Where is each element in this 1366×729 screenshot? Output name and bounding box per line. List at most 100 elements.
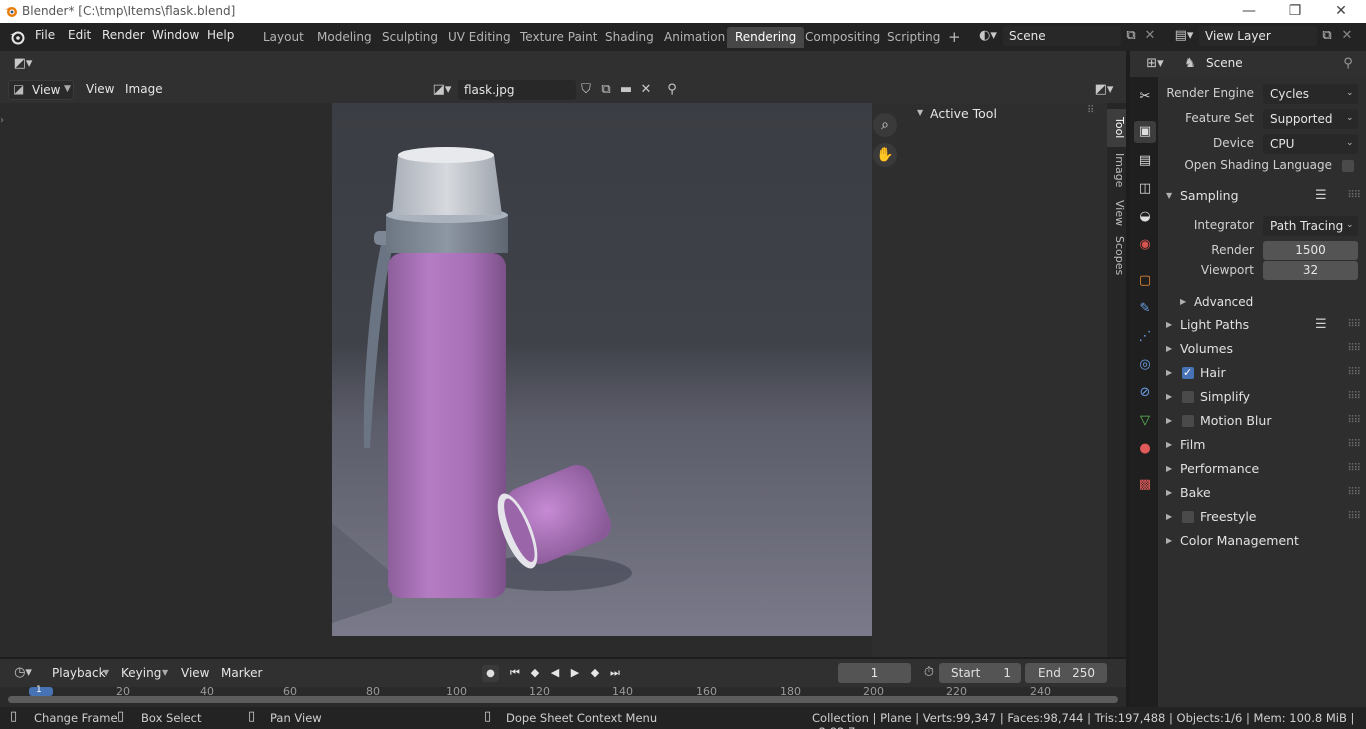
maximize-button[interactable]: ❐ [1272,0,1318,23]
tab-compositing[interactable]: Compositing [797,27,888,48]
panel-drag-handle-icon[interactable]: ⠿⠿ [1347,386,1361,408]
toolbar-expand-arrow-icon[interactable]: › [0,115,4,126]
panel-drag-handle-icon[interactable]: ⠿⠿ [1347,434,1361,456]
tab-image[interactable]: Image [1107,147,1126,193]
delete-scene-icon[interactable]: ✕ [1140,26,1160,46]
timeline-editor-type-icon[interactable]: ◷▾ [8,663,38,683]
marker-menu[interactable]: Marker [221,666,262,680]
tab-layout[interactable]: Layout [255,27,312,48]
constraints-tab-icon[interactable]: ⊘ [1134,382,1156,404]
tab-uv-editing[interactable]: UV Editing [440,27,519,48]
view-layer-tab-icon[interactable]: ◫ [1134,178,1156,200]
texture-tab-icon[interactable]: ▩ [1134,474,1156,496]
panel-performance[interactable]: ▶ Performance ⠿⠿ [1162,458,1362,480]
delete-view-layer-icon[interactable]: ✕ [1337,26,1357,46]
close-window-button[interactable]: ✕ [1318,0,1364,23]
panel-drag-handle-icon[interactable]: ⠿⠿ [1347,338,1361,360]
open-image-folder-icon[interactable]: ▬ [616,80,636,100]
unlink-image-icon[interactable]: ✕ [636,80,656,100]
sampling-panel-header[interactable]: ▼ Sampling ☰ ⠿⠿ [1162,185,1362,207]
tab-scopes[interactable]: Scopes [1107,233,1126,279]
osl-checkbox[interactable] [1342,160,1354,172]
render-tab-icon[interactable]: ▣ [1134,121,1156,143]
tab-view[interactable]: View [1107,193,1126,233]
pan-hand-icon[interactable]: ✋ [873,143,897,167]
menu-image[interactable]: Image [125,82,163,96]
panel-drag-handle-icon[interactable]: ⠿⠿ [1347,410,1361,432]
panel-volumes[interactable]: ▶ Volumes ⠿⠿ [1162,338,1362,360]
add-workspace-button[interactable]: + [940,27,969,48]
scene-name-field[interactable]: Scene [1003,26,1121,46]
fake-user-shield-icon[interactable]: ⛉ [576,80,596,100]
tab-modeling[interactable]: Modeling [309,27,380,48]
jump-keyframe-forward-icon[interactable]: ◆ [587,665,603,681]
menu-help[interactable]: Help [207,28,234,42]
presets-list-icon[interactable]: ☰ [1315,314,1327,336]
tab-shading[interactable]: Shading [597,27,662,48]
menu-file[interactable]: File [35,28,55,42]
panel-drag-handle-icon[interactable]: ⠿⠿ [1347,362,1361,384]
tab-rendering[interactable]: Rendering [727,27,805,48]
panel-drag-handle-icon[interactable]: ⠿⠿ [1347,458,1361,480]
tool-tab-icon[interactable]: ✂ [1134,86,1156,108]
image-name-field[interactable]: flask.jpg [458,80,576,100]
hair-checkbox[interactable]: ✓ [1182,366,1194,379]
keying-menu[interactable]: Keying [121,666,161,680]
object-tab-icon[interactable]: ▢ [1134,270,1156,292]
new-image-icon[interactable]: ⧉ [596,80,616,100]
panel-light-paths[interactable]: ▶ Light Paths ☰ ⠿⠿ [1162,314,1362,336]
render-samples-field[interactable]: 1500 [1263,241,1358,260]
active-tool-panel-title[interactable]: Active Tool [930,106,997,121]
new-scene-icon[interactable]: ⧉ [1121,26,1141,46]
playback-menu[interactable]: Playback [52,666,106,680]
panel-drag-handle-icon[interactable]: ⠿⠿ [1347,185,1361,207]
panel-drag-handle-icon[interactable]: ⠿ [1087,105,1094,116]
timeline-view-menu[interactable]: View [181,666,209,680]
integrator-dropdown[interactable]: Path Tracing [1263,216,1358,236]
editor-type-icon[interactable]: ◩▾ [8,54,38,74]
current-frame-field[interactable]: 1 [838,663,911,683]
panel-bake[interactable]: ▶ Bake ⠿⠿ [1162,482,1362,504]
material-tab-icon[interactable]: ● [1134,438,1156,460]
feature-set-dropdown[interactable]: Supported [1263,109,1358,129]
tab-animation[interactable]: Animation [656,27,733,48]
menu-view[interactable]: View [86,82,114,96]
panel-freestyle[interactable]: ▶ Freestyle ⠿⠿ [1162,506,1362,528]
view-layer-name-field[interactable]: View Layer [1199,26,1317,46]
record-button[interactable]: ● [482,665,499,682]
physics-tab-icon[interactable]: ◎ [1134,354,1156,376]
zoom-icon[interactable]: ⌕ [873,113,897,137]
motion-blur-checkbox[interactable] [1182,415,1194,427]
pin-icon[interactable]: ⚲ [662,80,682,100]
viewport-samples-field[interactable]: 32 [1263,261,1358,280]
image-browse-icon[interactable]: ◪▾ [428,80,456,100]
new-view-layer-icon[interactable]: ⧉ [1317,26,1337,46]
modifier-tab-icon[interactable]: ✎ [1134,298,1156,320]
timeline-scrollbar[interactable] [8,696,1118,703]
scene-tab-icon[interactable]: ◒ [1134,206,1156,228]
jump-keyframe-back-icon[interactable]: ◆ [527,665,543,681]
play-icon[interactable]: ▶ [567,665,583,681]
output-tab-icon[interactable]: ▤ [1134,150,1156,172]
device-dropdown[interactable]: CPU [1263,134,1358,154]
panel-expand-triangle-icon[interactable]: ▼ [917,108,923,117]
panel-motion-blur[interactable]: ▶ Motion Blur ⠿⠿ [1162,410,1362,432]
scene-selector-icon[interactable]: ◐▾ [974,26,1002,46]
jump-to-start-icon[interactable]: ⏮ [507,665,523,681]
jump-to-end-icon[interactable]: ⏭ [607,665,623,681]
minimize-button[interactable]: — [1226,0,1272,23]
tab-sculpting[interactable]: Sculpting [374,27,446,48]
view-mode-dropdown[interactable]: ◪ View ▼ [8,80,74,100]
panel-color-management[interactable]: ▶ Color Management [1162,530,1362,552]
display-channels-icon[interactable]: ◩▾ [1090,80,1118,100]
panel-drag-handle-icon[interactable]: ⠿⠿ [1347,314,1361,336]
particles-tab-icon[interactable]: ⋰ [1134,326,1156,348]
pin-icon[interactable]: ⚲ [1338,54,1358,74]
end-frame-field[interactable]: End 250 [1025,663,1107,683]
properties-editor-type-icon[interactable]: ⊞▾ [1140,54,1170,74]
render-engine-dropdown[interactable]: Cycles [1263,84,1358,104]
view-layer-selector-icon[interactable]: ▤▾ [1170,26,1198,46]
presets-list-icon[interactable]: ☰ [1315,185,1327,207]
blender-menu-icon[interactable] [9,29,25,45]
play-reverse-icon[interactable]: ◀ [547,665,563,681]
